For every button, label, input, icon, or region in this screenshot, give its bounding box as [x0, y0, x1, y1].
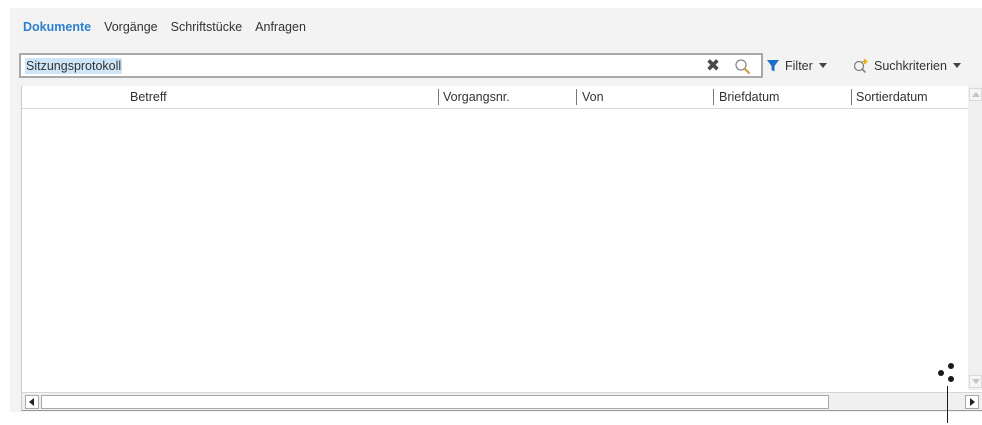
filter-button[interactable]: Filter [766, 53, 827, 78]
scroll-right-icon[interactable] [965, 395, 979, 409]
tab-dokumente[interactable]: Dokumente [23, 20, 91, 34]
header-divider [22, 108, 968, 109]
search-add-icon [853, 58, 868, 73]
tab-bar: Dokumente Vorgänge Schriftstücke Anfrage… [10, 8, 319, 46]
tab-vorgaenge[interactable]: Vorgänge [104, 20, 158, 34]
horizontal-scroll-thumb[interactable] [41, 395, 829, 409]
scroll-up-icon[interactable] [969, 88, 982, 101]
search-criteria-label: Suchkriterien [874, 58, 947, 73]
scroll-left-icon[interactable] [25, 395, 39, 409]
search-criteria-button[interactable]: Suchkriterien [852, 53, 961, 78]
close-icon[interactable]: ✖ [703, 56, 723, 76]
chevron-down-icon [952, 63, 961, 68]
tab-schriftstuecke[interactable]: Schriftstücke [171, 20, 243, 34]
vertical-scrollbar[interactable] [968, 86, 982, 390]
column-header-betreff[interactable]: Betreff [130, 89, 167, 105]
column-divider[interactable] [713, 89, 714, 105]
busy-cursor-icon [938, 363, 954, 425]
table-header: Betreff Vorgangsnr. Von Briefdatum Sorti… [22, 86, 968, 108]
horizontal-scrollbar[interactable] [22, 392, 982, 410]
search-input[interactable]: Sitzungsprotokoll ✖ [19, 53, 763, 78]
column-header-von[interactable]: Von [582, 89, 604, 105]
search-input-value[interactable]: Sitzungsprotokoll [25, 58, 123, 74]
column-header-sortierdatum[interactable]: Sortierdatum [856, 89, 928, 105]
funnel-icon [767, 59, 779, 71]
results-table: Betreff Vorgangsnr. Von Briefdatum Sorti… [21, 86, 982, 411]
column-header-briefdatum[interactable]: Briefdatum [719, 89, 779, 105]
magnifier-icon[interactable] [733, 57, 753, 77]
tab-anfragen[interactable]: Anfragen [255, 20, 306, 34]
document-search-panel: Dokumente Vorgänge Schriftstücke Anfrage… [10, 8, 982, 412]
chevron-down-icon [818, 63, 827, 68]
filter-button-label: Filter [785, 58, 813, 73]
column-header-vorgangsnr[interactable]: Vorgangsnr. [443, 89, 510, 105]
scroll-down-icon[interactable] [969, 375, 982, 388]
column-divider[interactable] [438, 89, 439, 105]
column-divider[interactable] [851, 89, 852, 105]
column-divider[interactable] [576, 89, 577, 105]
